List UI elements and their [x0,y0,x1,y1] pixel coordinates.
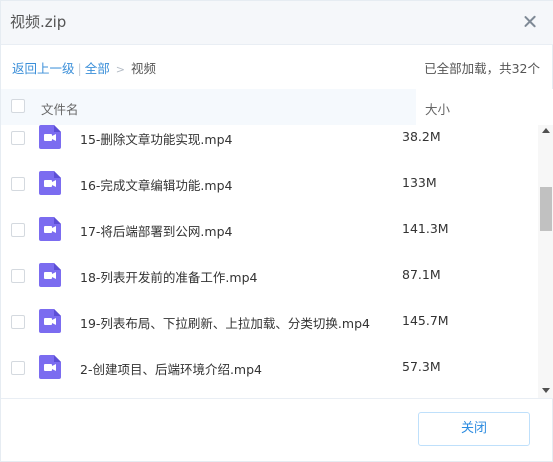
breadcrumb-arrow: > [115,63,125,76]
table-row[interactable]: 18-列表开发前的准备工作.mp4 87.1M [1,263,538,309]
row-checkbox[interactable] [11,315,25,329]
dialog-footer: 关闭 [1,398,553,462]
file-size: 133M [402,175,437,190]
preview-dialog: 视频.zip 返回上一级 | 全部 > 视频 已全部加载，共32个 文件名 大小 15-… [0,0,553,462]
file-size: 145.7M [402,313,449,328]
table-row[interactable]: 15-删除文章功能实现.mp4 38.2M [1,125,538,171]
file-list[interactable]: 15-删除文章功能实现.mp4 38.2M 16-完成文章编辑功能.mp4 13… [1,125,538,398]
file-name[interactable]: 17-将后端部署到公网.mp4 [80,221,232,240]
video-file-icon [39,263,61,287]
row-checkbox[interactable] [11,131,25,145]
video-file-icon [39,355,61,379]
all-link[interactable]: 全部 [85,61,110,76]
select-all-checkbox[interactable] [11,99,25,113]
breadcrumb-current: 视频 [130,61,156,76]
column-name-header[interactable]: 文件名 [41,99,79,118]
file-size: 87.1M [402,267,441,282]
row-checkbox[interactable] [11,223,25,237]
close-button[interactable]: 关闭 [418,412,530,446]
vertical-scrollbar[interactable] [538,125,553,398]
video-file-icon [39,217,61,241]
file-name[interactable]: 15-删除文章功能实现.mp4 [80,129,232,148]
file-name[interactable]: 2-创建项目、后端环境介绍.mp4 [80,359,262,378]
row-checkbox[interactable] [11,177,25,191]
scrollbar-thumb[interactable] [540,187,552,231]
table-row[interactable]: 19-列表布局、下拉刷新、上拉加载、分类切换.mp4 145.7M [1,309,538,355]
file-size: 38.2M [402,129,441,144]
file-size: 57.3M [402,359,441,374]
breadcrumb-separator: | [77,61,82,76]
close-icon[interactable] [520,12,540,32]
dialog-header: 视频.zip [1,1,553,45]
scroll-down-arrow-icon[interactable] [542,388,550,393]
column-size-header[interactable]: 大小 [425,99,450,118]
video-file-icon [39,309,61,333]
video-file-icon [39,125,61,149]
back-link[interactable]: 返回上一级 [12,61,75,76]
file-size: 141.3M [402,221,449,236]
file-name[interactable]: 19-列表布局、下拉刷新、上拉加载、分类切换.mp4 [80,313,370,332]
file-name[interactable]: 16-完成文章编辑功能.mp4 [80,175,232,194]
video-file-icon [39,171,61,195]
table-header: 文件名 大小 [1,89,553,125]
breadcrumb: 返回上一级 | 全部 > 视频 [12,58,156,77]
table-row[interactable]: 16-完成文章编辑功能.mp4 133M [1,171,538,217]
row-checkbox[interactable] [11,269,25,283]
table-row[interactable]: 17-将后端部署到公网.mp4 141.3M [1,217,538,263]
scroll-up-arrow-icon[interactable] [542,128,550,133]
table-row[interactable]: 2-创建项目、后端环境介绍.mp4 57.3M [1,355,538,398]
row-checkbox[interactable] [11,361,25,375]
dialog-title: 视频.zip [10,13,67,31]
load-status: 已全部加载，共32个 [424,61,540,76]
file-name[interactable]: 18-列表开发前的准备工作.mp4 [80,267,257,286]
